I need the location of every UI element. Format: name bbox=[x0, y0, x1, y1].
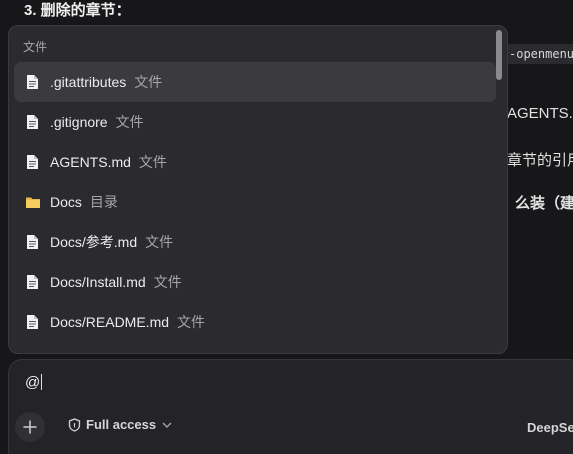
chevron-down-icon bbox=[162, 422, 172, 428]
file-item-docs-install[interactable]: Docs/Install.md 文件 bbox=[14, 262, 496, 302]
file-item-name: Docs/README.md bbox=[50, 314, 170, 330]
doc-heading: 3. 删除的章节： bbox=[24, 2, 131, 19]
file-item-gitignore[interactable]: .gitignore 文件 bbox=[14, 102, 496, 142]
file-item-name: .gitignore bbox=[50, 114, 108, 130]
plus-icon bbox=[23, 420, 37, 434]
popup-scrollbar[interactable] bbox=[496, 30, 502, 80]
file-item-kind: 文件 bbox=[134, 74, 163, 90]
message-input-value: @ bbox=[25, 374, 41, 391]
file-icon bbox=[26, 74, 40, 90]
file-item-kind: 文件 bbox=[153, 274, 182, 290]
file-item-agents-md[interactable]: AGENTS.md 文件 bbox=[14, 142, 496, 182]
doc-text-agents: AGENTS.m bbox=[507, 105, 573, 122]
file-item-name: Docs/参考.md bbox=[50, 234, 138, 250]
file-item-docs-readme[interactable]: Docs/README.md 文件 bbox=[14, 302, 496, 342]
folder-icon bbox=[26, 194, 40, 210]
file-item-gitattributes[interactable]: .gitattributes 文件 bbox=[14, 62, 496, 102]
file-item-docs-folder[interactable]: Docs 目录 bbox=[14, 182, 496, 222]
file-item-name: AGENTS.md bbox=[50, 154, 131, 170]
file-item-kind: 目录 bbox=[89, 194, 118, 210]
doc-text-install: 么装（建议 bbox=[515, 195, 573, 212]
file-item-kind: 文件 bbox=[115, 114, 144, 130]
file-item-kind: 文件 bbox=[145, 234, 174, 250]
access-mode-button[interactable]: Full access bbox=[68, 417, 172, 432]
file-item-kind: 文件 bbox=[138, 154, 167, 170]
access-mode-label: Full access bbox=[86, 417, 157, 432]
text-caret bbox=[41, 374, 43, 390]
file-mention-popup: 文件 .gitattributes 文件 .gitignore 文件 AGENT… bbox=[8, 25, 508, 354]
file-icon bbox=[26, 114, 40, 130]
app-window: 3. 删除的章节： -openmenu AGENTS.m 章节的引用 么装（建议… bbox=[0, 0, 573, 454]
file-icon bbox=[26, 274, 40, 290]
file-item-docs-reference[interactable]: Docs/参考.md 文件 bbox=[14, 222, 496, 262]
file-list: .gitattributes 文件 .gitignore 文件 AGENTS.m… bbox=[14, 62, 496, 342]
shield-icon bbox=[68, 417, 81, 432]
doc-text-refs: 章节的引用 bbox=[507, 152, 573, 169]
file-icon bbox=[26, 234, 40, 250]
popup-header: 文件 bbox=[23, 40, 48, 54]
file-icon bbox=[26, 314, 40, 330]
file-item-name: Docs/Install.md bbox=[50, 274, 146, 290]
file-icon bbox=[26, 154, 40, 170]
message-input[interactable]: @ bbox=[25, 374, 43, 391]
doc-code-fragment: -openmenu bbox=[507, 44, 573, 64]
add-attachment-button[interactable] bbox=[15, 412, 45, 442]
file-item-kind: 文件 bbox=[177, 314, 206, 330]
composer: @ Full access DeepSee bbox=[8, 359, 573, 454]
file-item-name: Docs bbox=[50, 194, 82, 210]
model-selector[interactable]: DeepSee bbox=[527, 420, 573, 435]
file-item-name: .gitattributes bbox=[50, 74, 127, 90]
